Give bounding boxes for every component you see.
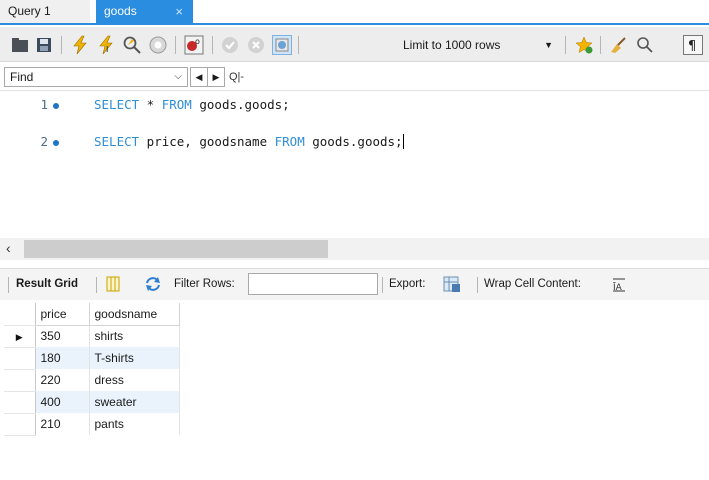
execute-current-icon[interactable]: I <box>96 35 116 55</box>
line-number: 1 <box>40 97 48 112</box>
sql-toolbar: I o Limit to 1000 rows ▼ ¶ <box>0 27 709 62</box>
find-select-value: Find <box>10 70 34 84</box>
tab-goods[interactable]: goods × <box>96 0 193 23</box>
row-selector[interactable] <box>4 413 36 436</box>
scrollbar-thumb[interactable] <box>24 240 328 258</box>
find-magnifier-icon[interactable] <box>635 35 655 55</box>
table-row[interactable]: ▶ 350 shirts <box>4 325 180 348</box>
tab-label: goods <box>104 4 137 18</box>
sql-statement: SELECT * FROM goods.goods; <box>94 97 290 112</box>
wrap-text-icon[interactable]: ĪA <box>612 277 626 293</box>
code-line: 1 SELECT * FROM goods.goods; <box>0 95 709 115</box>
show-invisible-chars-icon[interactable]: ¶ <box>683 35 703 55</box>
tab-query-1[interactable]: Query 1 <box>0 0 90 23</box>
explain-magnifier-icon[interactable] <box>122 35 142 55</box>
column-header-goodsname[interactable]: goodsname <box>89 303 180 326</box>
find-previous-button[interactable]: ◀ <box>190 67 208 87</box>
export-label: Export: <box>389 278 426 290</box>
result-grid: price goodsname ▶ 350 shirts 180 T-shirt… <box>4 303 180 436</box>
chevron-down-icon: ⌵ <box>174 71 182 82</box>
result-toolbar: Result Grid Filter Rows: Export: Wrap Ce… <box>0 268 709 300</box>
table-row[interactable]: 400 sweater <box>4 391 180 414</box>
find-bar: Find ⌵ ◀ ▶ Q|- <box>0 63 709 91</box>
current-row-arrow-icon: ▶ <box>15 332 23 342</box>
table-row[interactable]: 220 dress <box>4 369 180 392</box>
text-caret <box>402 134 404 149</box>
limit-rows-label: Limit to 1000 rows <box>403 38 501 52</box>
triangle-left-icon: ◀ <box>195 72 203 82</box>
row-selector[interactable] <box>4 369 36 392</box>
autocommit-toggle-icon[interactable] <box>272 35 292 55</box>
svg-text:¶: ¶ <box>688 39 696 54</box>
column-header-price[interactable]: price <box>35 303 90 326</box>
cell-goodsname[interactable]: sweater <box>89 391 180 413</box>
code-line: 2 SELECT price, goodsname FROM goods.goo… <box>0 132 709 152</box>
svg-text:I: I <box>106 45 108 54</box>
cell-price[interactable]: 350 <box>35 325 90 347</box>
cell-goodsname[interactable]: pants <box>89 413 180 435</box>
line-number: 2 <box>40 134 48 149</box>
stop-icon[interactable] <box>148 35 168 55</box>
search-mode-dropdown[interactable]: Q|- <box>229 67 271 87</box>
find-next-button[interactable]: ▶ <box>207 67 225 87</box>
cell-goodsname[interactable]: shirts <box>89 325 180 347</box>
close-icon[interactable]: × <box>175 0 183 23</box>
svg-text:o: o <box>195 37 200 46</box>
result-grid-tab[interactable]: Result Grid <box>16 278 78 290</box>
tab-bar: Query 1 goods × <box>0 0 709 25</box>
rollback-icon[interactable] <box>246 35 266 55</box>
form-editor-icon[interactable] <box>104 275 122 293</box>
open-folder-icon[interactable] <box>10 35 30 55</box>
filter-rows-label: Filter Rows: <box>174 278 235 290</box>
sql-statement: SELECT price, goodsname FROM goods.goods… <box>94 134 404 149</box>
row-selector[interactable] <box>4 347 36 370</box>
scroll-left-icon[interactable]: ‹ <box>6 240 11 256</box>
tab-label: Query 1 <box>8 4 51 18</box>
table-row[interactable]: 180 T-shirts <box>4 347 180 370</box>
beautify-broom-icon[interactable] <box>609 35 629 55</box>
chevron-down-icon: ▼ <box>544 40 553 50</box>
add-snippet-star-icon[interactable] <box>574 35 594 55</box>
cell-price[interactable]: 210 <box>35 413 90 435</box>
editor-horizontal-scrollbar[interactable]: ‹ <box>0 238 709 260</box>
cell-goodsname[interactable]: dress <box>89 369 180 391</box>
find-select[interactable]: Find ⌵ <box>4 67 188 87</box>
sql-editor[interactable]: 1 SELECT * FROM goods.goods; 2 SELECT pr… <box>0 92 709 237</box>
filter-rows-input[interactable] <box>248 273 378 295</box>
row-selector[interactable]: ▶ <box>4 325 36 348</box>
table-row[interactable]: 210 pants <box>4 413 180 436</box>
commit-icon[interactable] <box>220 35 240 55</box>
wrap-cell-label: Wrap Cell Content: <box>484 278 581 290</box>
toggle-error-icon[interactable]: o <box>184 35 204 55</box>
cell-price[interactable]: 180 <box>35 347 90 369</box>
statement-marker-icon <box>53 103 59 109</box>
cell-goodsname[interactable]: T-shirts <box>89 347 180 369</box>
triangle-right-icon: ▶ <box>212 72 220 82</box>
limit-rows-select[interactable]: Limit to 1000 rows ▼ <box>403 36 559 55</box>
execute-lightning-icon[interactable] <box>70 35 90 55</box>
statement-marker-icon <box>53 140 59 146</box>
search-mode-label: Q|- <box>229 71 245 83</box>
cell-price[interactable]: 220 <box>35 369 90 391</box>
row-selector[interactable] <box>4 391 36 414</box>
refresh-arrows-icon[interactable] <box>144 275 162 293</box>
row-header-corner <box>4 303 36 326</box>
cell-price[interactable]: 400 <box>35 391 90 413</box>
export-icon[interactable] <box>442 275 462 293</box>
save-icon[interactable] <box>34 35 54 55</box>
